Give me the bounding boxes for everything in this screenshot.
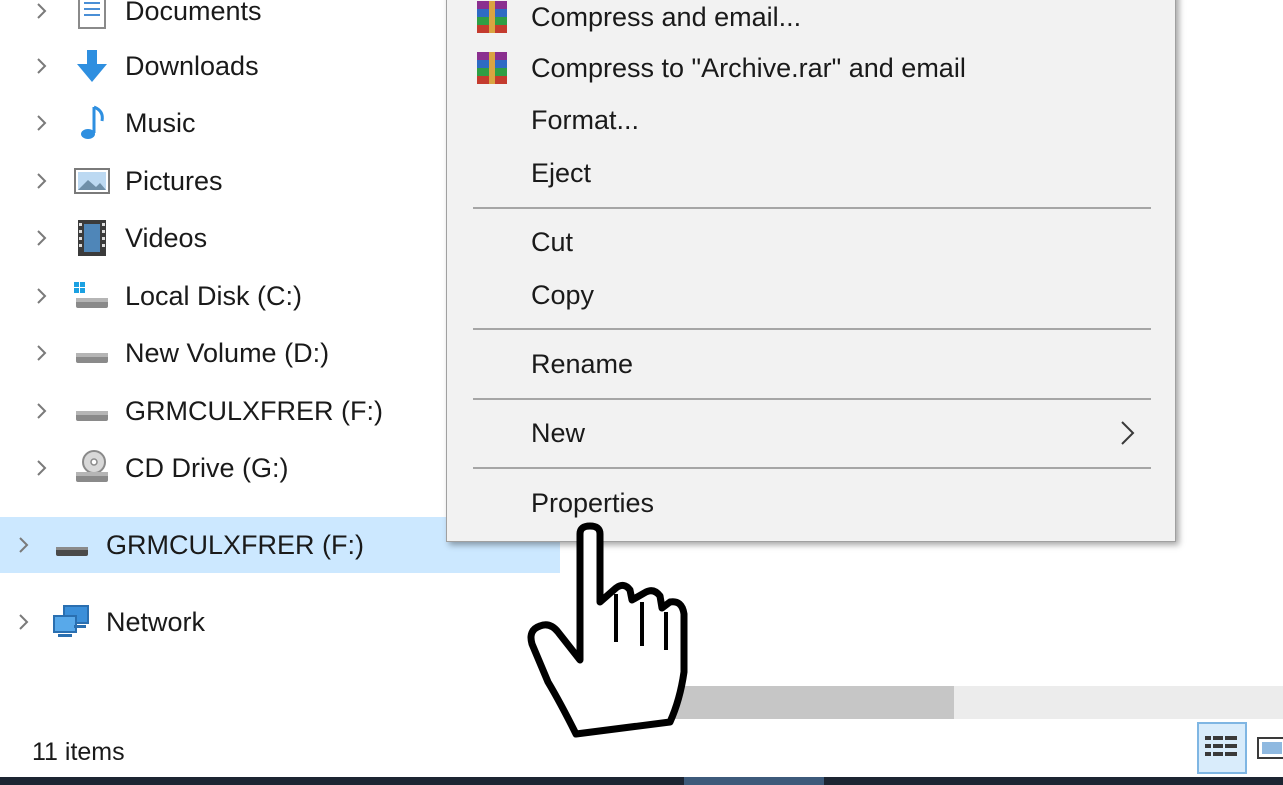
menu-item-copy[interactable]: Copy [447, 269, 1175, 321]
chevron-right-icon[interactable] [30, 284, 54, 308]
nav-item-label: Pictures [125, 166, 223, 196]
cd-drive-icon [76, 450, 108, 482]
nav-item-label: Music [125, 108, 196, 138]
item-count: 11 items [32, 738, 125, 766]
downloads-icon [77, 50, 107, 82]
chevron-right-icon[interactable] [12, 610, 36, 634]
menu-separator [473, 207, 1151, 209]
large-icons-view-button[interactable] [1254, 730, 1283, 768]
chevron-right-icon[interactable] [30, 0, 54, 23]
menu-item-rename[interactable]: Rename [447, 338, 1175, 390]
taskbar [0, 777, 1283, 785]
hand-pointer-icon [527, 522, 688, 738]
menu-item-format[interactable]: Format... [447, 94, 1175, 146]
winrar-icon [477, 1, 507, 33]
drive-icon [76, 353, 108, 363]
chevron-right-icon [1121, 421, 1135, 445]
chevron-right-icon[interactable] [30, 226, 54, 250]
nav-item-label: CD Drive (G:) [125, 453, 289, 483]
chevron-right-icon[interactable] [30, 456, 54, 480]
chevron-right-icon[interactable] [12, 533, 36, 557]
menu-separator [473, 328, 1151, 330]
menu-item-label: New [531, 418, 586, 448]
nav-item-label: Downloads [125, 51, 259, 81]
menu-item-label: Format... [531, 105, 640, 135]
nav-item-label: Videos [125, 223, 208, 253]
nav-item-label: Local Disk (C:) [125, 281, 303, 311]
menu-item-compress-and-email[interactable]: Compress and email... [447, 0, 1175, 43]
menu-item-label: Copy [531, 280, 595, 310]
context-menu: Compress and email... Compress to "Archi… [446, 0, 1176, 542]
menu-item-eject[interactable]: Eject [447, 147, 1175, 199]
details-view-button[interactable] [1197, 722, 1247, 774]
menu-item-new[interactable]: New [447, 407, 1175, 459]
details-view-icon [1205, 736, 1237, 756]
chevron-right-icon[interactable] [30, 54, 54, 78]
menu-item-label: Cut [531, 227, 574, 257]
menu-item-compress-to-archive-and-email[interactable]: Compress to "Archive.rar" and email [447, 42, 1175, 94]
menu-separator [473, 467, 1151, 469]
nav-item-label: New Volume (D:) [125, 338, 330, 368]
menu-item-label: Rename [531, 349, 634, 379]
nav-item-label: GRMCULXFRER (F:) [125, 396, 383, 426]
winrar-icon [477, 52, 507, 84]
nav-item-label: GRMCULXFRER (F:) [106, 530, 364, 560]
nav-item-label: Network [106, 607, 206, 637]
network-icon [53, 605, 89, 637]
taskbar-active-app[interactable] [684, 777, 824, 785]
nav-item-network[interactable]: Network [0, 597, 560, 647]
menu-item-label: Eject [531, 158, 592, 188]
videos-icon [78, 220, 106, 256]
documents-icon [78, 0, 106, 29]
chevron-right-icon[interactable] [30, 341, 54, 365]
nav-item-label: Documents [125, 0, 262, 26]
menu-separator [473, 398, 1151, 400]
music-icon [81, 105, 104, 139]
drive-icon [76, 411, 108, 421]
menu-item-label: Compress and email... [531, 2, 802, 32]
local-disk-icon [74, 282, 108, 308]
chevron-right-icon[interactable] [30, 169, 54, 193]
file-explorer-window: Documents Downloads Music Pictures Video… [0, 0, 1283, 785]
pictures-icon [74, 168, 110, 194]
menu-item-label: Compress to "Archive.rar" and email [531, 53, 966, 83]
removable-drive-icon [56, 547, 88, 556]
chevron-right-icon[interactable] [30, 399, 54, 423]
chevron-right-icon[interactable] [30, 111, 54, 135]
menu-item-cut[interactable]: Cut [447, 216, 1175, 268]
large-icons-view-icon [1257, 737, 1283, 759]
